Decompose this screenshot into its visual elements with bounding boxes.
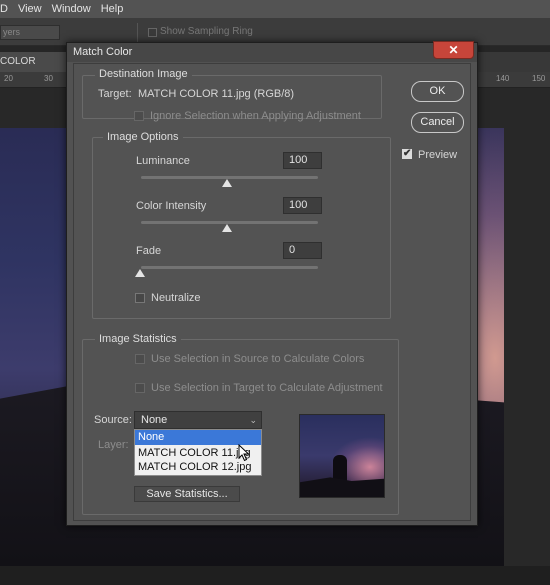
fade-input[interactable]: 0 <box>283 242 322 259</box>
save-statistics-button[interactable]: Save Statistics... <box>134 486 240 502</box>
close-icon: ✕ <box>448 43 459 57</box>
canvas-bottom-area <box>0 566 550 585</box>
options-divider <box>137 23 138 42</box>
menu-item-help[interactable]: Help <box>96 3 129 15</box>
dialog-titlebar[interactable]: Match Color ✕ <box>67 41 477 62</box>
layer-label: Layer: <box>98 439 129 451</box>
source-select-value: None <box>141 414 168 426</box>
use-selection-source-label: Use Selection in Source to Calculate Col… <box>151 353 365 365</box>
sampling-ring-checkbox[interactable] <box>148 28 157 37</box>
menu-item-d[interactable]: D <box>0 3 13 15</box>
color-intensity-slider-thumb[interactable] <box>222 224 232 232</box>
luminance-label: Luminance <box>136 155 190 167</box>
sample-layers-select[interactable]: yers <box>0 25 60 40</box>
fade-label: Fade <box>136 245 162 257</box>
source-preview-thumbnail <box>299 414 385 498</box>
dropdown-option-match-color-12[interactable]: MATCH COLOR 12.jpg <box>135 460 261 475</box>
ruler-tick: 150 <box>532 74 546 83</box>
dialog-title: Match Color <box>73 46 133 58</box>
fade-slider-thumb[interactable] <box>135 269 145 277</box>
target-value: MATCH COLOR 11.jpg (RGB/8) <box>138 88 295 100</box>
color-intensity-label: Color Intensity <box>136 200 207 212</box>
dropdown-option-none[interactable]: None <box>135 430 261 445</box>
menu-item-view[interactable]: View <box>13 3 47 15</box>
fade-slider-track[interactable] <box>141 266 318 269</box>
preview-checkbox[interactable] <box>402 148 412 159</box>
cancel-button[interactable]: Cancel <box>411 112 464 133</box>
source-select[interactable]: None ⌄ <box>134 411 262 429</box>
ruler-tick: 30 <box>44 74 53 83</box>
ignore-selection-checkbox[interactable] <box>134 111 144 121</box>
dialog-body: Destination Image Target: MATCH COLOR 11… <box>73 63 471 521</box>
menu-bar: D View Window Help <box>0 0 550 18</box>
image-statistics-legend: Image Statistics <box>95 333 181 345</box>
use-selection-target-label: Use Selection in Target to Calculate Adj… <box>151 382 383 394</box>
luminance-input[interactable]: 100 <box>283 152 322 169</box>
neutralize-checkbox[interactable] <box>135 293 145 303</box>
sampling-ring-label: Show Sampling Ring <box>160 26 253 37</box>
mouse-pointer-icon <box>238 444 250 462</box>
luminance-slider-thumb[interactable] <box>222 179 232 187</box>
destination-image-legend: Destination Image <box>95 68 192 80</box>
ignore-selection-label: Ignore Selection when Applying Adjustmen… <box>150 110 361 122</box>
use-selection-source-checkbox[interactable] <box>135 354 145 364</box>
source-label: Source: <box>94 414 132 426</box>
ruler-tick: 140 <box>496 74 510 83</box>
close-button[interactable]: ✕ <box>433 41 474 59</box>
ruler-tick: 20 <box>4 74 13 83</box>
color-intensity-input[interactable]: 100 <box>283 197 322 214</box>
image-options-legend: Image Options <box>103 131 183 143</box>
preview-label: Preview <box>418 149 458 161</box>
document-tab[interactable]: COLOR 12.jpg× <box>0 52 68 87</box>
ok-button[interactable]: OK <box>411 81 464 102</box>
target-label: Target: <box>98 88 132 100</box>
neutralize-label: Neutralize <box>151 292 201 304</box>
chevron-down-icon: ⌄ <box>249 415 257 425</box>
menu-item-window[interactable]: Window <box>47 3 96 15</box>
use-selection-target-checkbox[interactable] <box>135 383 145 393</box>
match-color-dialog: Match Color ✕ Destination Image Target: … <box>66 41 478 526</box>
